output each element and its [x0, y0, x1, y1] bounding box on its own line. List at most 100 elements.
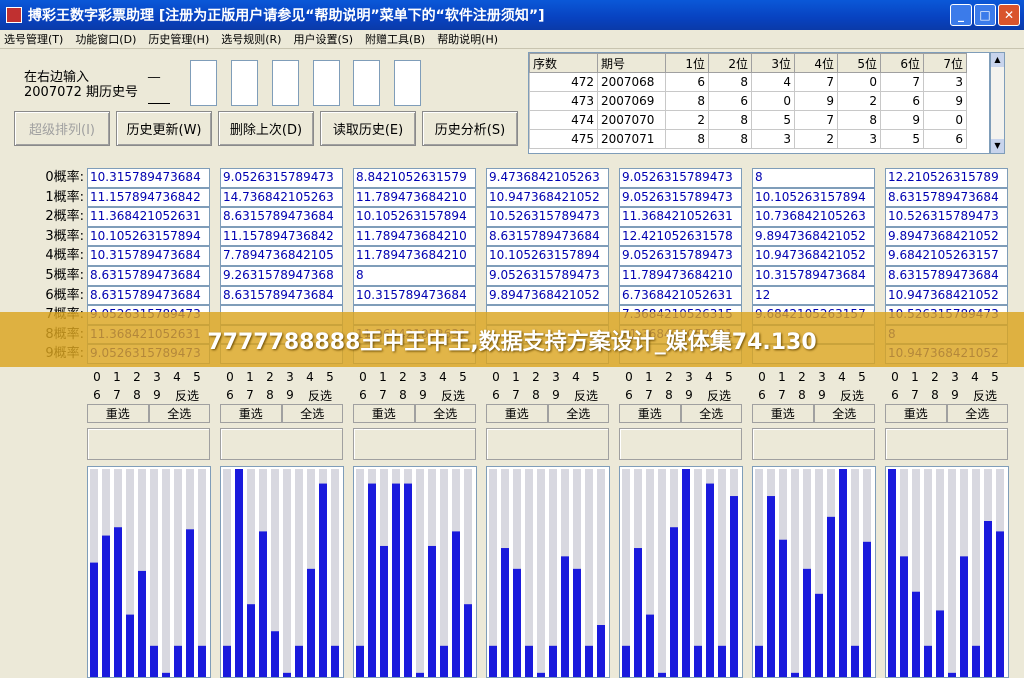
prob-field[interactable]: 8.6315789473684: [486, 226, 609, 247]
prob-field[interactable]: 12: [752, 285, 875, 306]
prob-field[interactable]: 10.315789473684: [353, 285, 476, 306]
prob-field[interactable]: 12.421052631578: [619, 226, 742, 247]
prob-field[interactable]: 14.736842105263: [220, 187, 343, 208]
prob-field[interactable]: 11.789473684210: [353, 246, 476, 266]
digit-checkbox[interactable]: 9: [546, 388, 566, 402]
digit-checkbox[interactable]: 1: [506, 370, 526, 384]
digit-checkbox[interactable]: 4: [699, 370, 719, 384]
digit-checkbox[interactable]: 9: [812, 388, 832, 402]
prob-field[interactable]: 11.789473684210: [619, 265, 742, 286]
digit-checkbox[interactable]: 4: [300, 370, 320, 384]
digit-checkbox[interactable]: 3: [413, 370, 433, 384]
prob-field[interactable]: 9.0526315789473: [619, 187, 742, 208]
digit-checkbox[interactable]: 2: [659, 370, 679, 384]
select-all-button[interactable]: 全选: [946, 404, 1008, 423]
digit-checkbox[interactable]: 8: [526, 388, 546, 402]
reverse-button[interactable]: 反选: [699, 387, 739, 404]
prob-field[interactable]: 9.8947368421052: [752, 226, 875, 247]
prob-field[interactable]: 9.8947368421052: [486, 285, 609, 306]
prob-field[interactable]: 9.2631578947368: [220, 265, 343, 286]
prob-field[interactable]: 8.6315789473684: [885, 265, 1008, 286]
reverse-button[interactable]: 反选: [965, 387, 1005, 404]
reverse-button[interactable]: 反选: [566, 387, 606, 404]
prob-field[interactable]: 9.0526315789473: [486, 265, 609, 286]
digit-checkbox[interactable]: 0: [353, 370, 373, 384]
prob-field[interactable]: 12.210526315789: [885, 168, 1008, 188]
select-all-button[interactable]: 全选: [414, 404, 476, 423]
prob-field[interactable]: 11.157894736842: [220, 226, 343, 247]
prob-field[interactable]: 9.6842105263157: [885, 246, 1008, 266]
digit-checkbox[interactable]: 6: [220, 388, 240, 402]
digit-checkbox[interactable]: 5: [320, 370, 340, 384]
digit-checkbox[interactable]: 0: [220, 370, 240, 384]
digit-checkbox[interactable]: 5: [187, 370, 207, 384]
select-all-button[interactable]: 全选: [547, 404, 609, 423]
digit-checkbox[interactable]: 7: [772, 388, 792, 402]
digit-input-3[interactable]: [272, 60, 299, 106]
digit-checkbox[interactable]: 2: [925, 370, 945, 384]
prob-field[interactable]: 10.315789473684: [87, 246, 210, 266]
history-update-button[interactable]: 历史更新(W): [116, 111, 212, 146]
menu-item[interactable]: 选号规则(R): [221, 31, 281, 47]
digit-checkbox[interactable]: 6: [486, 388, 506, 402]
digit-checkbox[interactable]: 6: [87, 388, 107, 402]
prob-field[interactable]: 11.789473684210: [353, 187, 476, 208]
digit-checkbox[interactable]: 7: [905, 388, 925, 402]
digit-checkbox[interactable]: 4: [433, 370, 453, 384]
prob-field[interactable]: 6.7368421052631: [619, 285, 742, 306]
digit-checkbox[interactable]: 2: [127, 370, 147, 384]
digit-checkbox[interactable]: 2: [260, 370, 280, 384]
prob-field[interactable]: 10.736842105263: [752, 207, 875, 227]
digit-checkbox[interactable]: 3: [812, 370, 832, 384]
digit-checkbox[interactable]: 4: [566, 370, 586, 384]
digit-checkbox[interactable]: 5: [719, 370, 739, 384]
digit-checkbox[interactable]: 6: [752, 388, 772, 402]
digit-input-4[interactable]: [313, 60, 340, 106]
digit-checkbox[interactable]: 9: [679, 388, 699, 402]
minimize-button[interactable]: _: [950, 4, 972, 26]
digit-checkbox[interactable]: 0: [885, 370, 905, 384]
prob-field[interactable]: 10.105263157894: [353, 207, 476, 227]
history-scrollbar[interactable]: ▲ ▼: [990, 52, 1005, 154]
digit-checkbox[interactable]: 1: [772, 370, 792, 384]
maximize-button[interactable]: □: [974, 4, 996, 26]
prob-field[interactable]: 8.6315789473684: [87, 285, 210, 306]
digit-checkbox[interactable]: 5: [852, 370, 872, 384]
reselect-button[interactable]: 重选: [220, 404, 282, 423]
prob-field[interactable]: 9.0526315789473: [619, 246, 742, 266]
digit-checkbox[interactable]: 4: [832, 370, 852, 384]
prob-field[interactable]: 11.789473684210: [353, 226, 476, 247]
prob-field[interactable]: 10.526315789473: [486, 207, 609, 227]
digit-checkbox[interactable]: 7: [639, 388, 659, 402]
digit-checkbox[interactable]: 2: [792, 370, 812, 384]
select-all-button[interactable]: 全选: [680, 404, 742, 423]
digit-checkbox[interactable]: 2: [526, 370, 546, 384]
digit-checkbox[interactable]: 4: [965, 370, 985, 384]
prob-field[interactable]: 8.6315789473684: [220, 285, 343, 306]
prob-field[interactable]: 7.7894736842105: [220, 246, 343, 266]
digit-checkbox[interactable]: 4: [167, 370, 187, 384]
select-all-button[interactable]: 全选: [281, 404, 343, 423]
digit-checkbox[interactable]: 0: [486, 370, 506, 384]
menu-item[interactable]: 历史管理(H): [148, 31, 209, 47]
reverse-button[interactable]: 反选: [433, 387, 473, 404]
prob-field[interactable]: 11.368421052631: [87, 207, 210, 227]
reselect-button[interactable]: 重选: [353, 404, 415, 423]
digit-checkbox[interactable]: 3: [945, 370, 965, 384]
digit-checkbox[interactable]: 1: [905, 370, 925, 384]
digit-checkbox[interactable]: 6: [353, 388, 373, 402]
digit-checkbox[interactable]: 3: [147, 370, 167, 384]
menu-item[interactable]: 用户设置(S): [293, 31, 353, 47]
digit-checkbox[interactable]: 9: [413, 388, 433, 402]
digit-checkbox[interactable]: 1: [107, 370, 127, 384]
digit-checkbox[interactable]: 1: [240, 370, 260, 384]
digit-checkbox[interactable]: 1: [373, 370, 393, 384]
digit-checkbox[interactable]: 0: [619, 370, 639, 384]
digit-checkbox[interactable]: 9: [280, 388, 300, 402]
close-button[interactable]: ✕: [998, 4, 1020, 26]
digit-input-6[interactable]: [394, 60, 421, 106]
digit-checkbox[interactable]: 5: [985, 370, 1005, 384]
digit-checkbox[interactable]: 6: [619, 388, 639, 402]
reverse-button[interactable]: 反选: [300, 387, 340, 404]
digit-checkbox[interactable]: 9: [945, 388, 965, 402]
